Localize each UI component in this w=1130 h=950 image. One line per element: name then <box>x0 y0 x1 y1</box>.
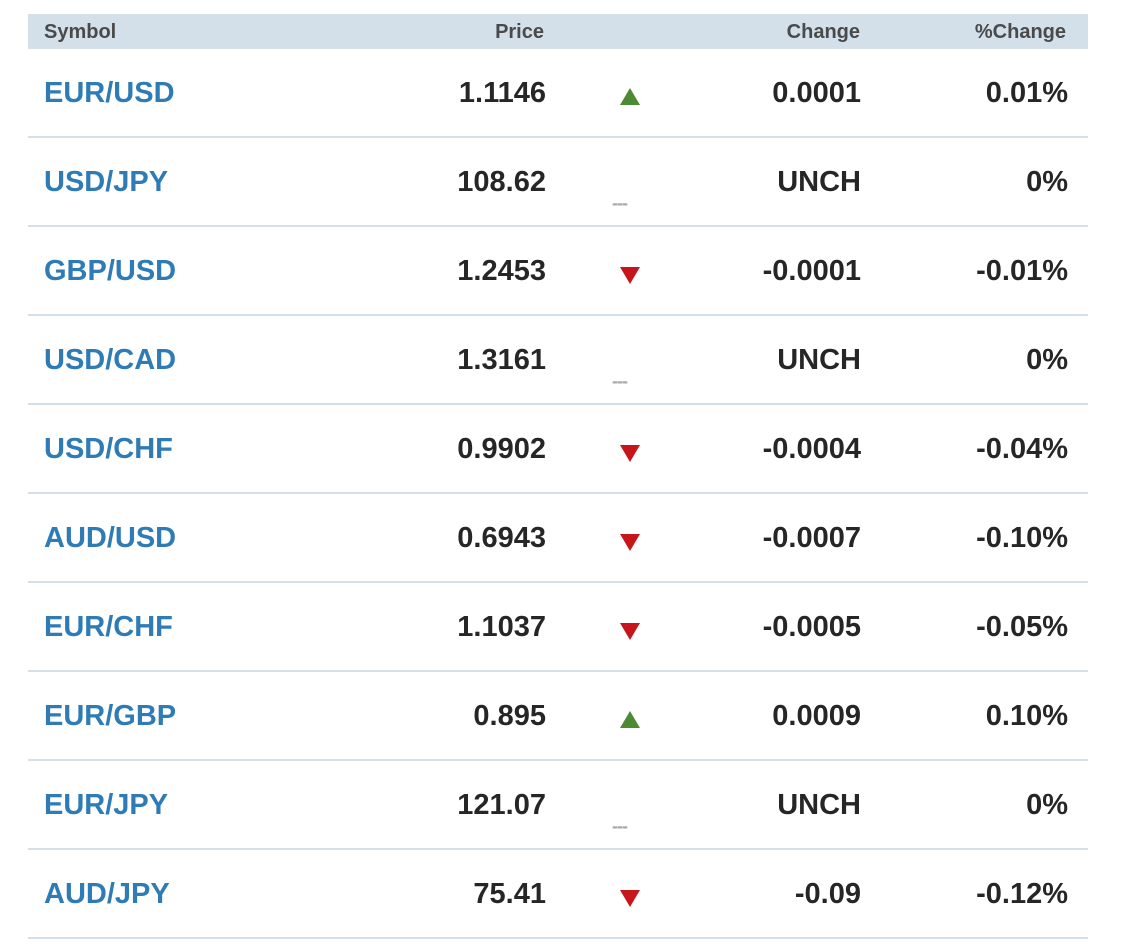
triangle-down-icon <box>618 850 642 937</box>
price-value: 0.6943 <box>457 522 546 554</box>
change-value: 0.0001 <box>772 77 861 109</box>
symbol-link[interactable]: EUR/GBP <box>44 672 176 759</box>
table-row: USD/JPY 108.62 --- UNCH 0% <box>28 138 1088 227</box>
price-value: 0.9902 <box>457 433 546 465</box>
unchanged-dash: --- <box>612 371 628 391</box>
triangle-down-shape <box>620 623 640 640</box>
table-row: EUR/JPY 121.07 --- UNCH 0% <box>28 761 1088 850</box>
pct-change-value: 0.01% <box>985 77 1068 109</box>
symbol-link[interactable]: EUR/JPY <box>44 761 168 848</box>
change-value: -0.0004 <box>762 433 861 465</box>
unchanged-dash: --- <box>612 193 628 213</box>
change-value: UNCH <box>777 166 861 198</box>
dash-icon: --- <box>612 316 642 403</box>
pct-change-value: -0.01% <box>976 255 1068 287</box>
price-value: 1.3161 <box>457 344 546 376</box>
table-row: AUD/USD 0.6943 -0.0007 -0.10% <box>28 494 1088 583</box>
pct-change-value: -0.04% <box>976 433 1068 465</box>
symbol-link[interactable]: USD/CAD <box>44 316 176 403</box>
triangle-up-shape <box>620 88 640 105</box>
change-value: UNCH <box>777 344 861 376</box>
symbol-link[interactable]: USD/JPY <box>44 138 168 225</box>
pct-change-value: -0.10% <box>976 522 1068 554</box>
price-value: 75.41 <box>473 878 546 910</box>
change-value: -0.09 <box>794 878 861 910</box>
column-header-symbol[interactable]: Symbol <box>44 14 116 49</box>
price-value: 1.2453 <box>457 255 546 287</box>
triangle-down-icon <box>618 227 642 314</box>
table-row: AUD/JPY 75.41 -0.09 -0.12% <box>28 850 1088 939</box>
triangle-up-icon <box>618 49 642 136</box>
table-row: EUR/USD 1.1146 0.0001 0.01% <box>28 49 1088 138</box>
column-header-price[interactable]: Price <box>495 14 544 49</box>
price-value: 108.62 <box>457 166 546 198</box>
pct-change-value: 0.10% <box>985 700 1068 732</box>
table-row: EUR/GBP 0.895 0.0009 0.10% <box>28 672 1088 761</box>
pct-change-value: -0.05% <box>976 611 1068 643</box>
change-value: -0.0005 <box>762 611 861 643</box>
currency-quotes-table: Symbol Price Change %Change EUR/USD 1.114… <box>28 14 1088 939</box>
symbol-link[interactable]: AUD/USD <box>44 494 176 581</box>
table-row: GBP/USD 1.2453 -0.0001 -0.01% <box>28 227 1088 316</box>
symbol-link[interactable]: GBP/USD <box>44 227 176 314</box>
unchanged-dash: --- <box>612 816 628 836</box>
pct-change-value: -0.12% <box>976 878 1068 910</box>
triangle-up-icon <box>618 672 642 759</box>
table-row: USD/CAD 1.3161 --- UNCH 0% <box>28 316 1088 405</box>
table-row: EUR/CHF 1.1037 -0.0005 -0.05% <box>28 583 1088 672</box>
table-row: USD/CHF 0.9902 -0.0004 -0.04% <box>28 405 1088 494</box>
triangle-down-icon <box>618 583 642 670</box>
pct-change-value: 0% <box>1026 166 1068 198</box>
symbol-link[interactable]: EUR/CHF <box>44 583 173 670</box>
dash-icon: --- <box>612 138 642 225</box>
price-value: 0.895 <box>473 700 546 732</box>
triangle-down-shape <box>620 890 640 907</box>
price-value: 1.1146 <box>458 77 546 109</box>
price-value: 1.1037 <box>457 611 546 643</box>
column-header-change[interactable]: Change <box>787 14 860 49</box>
triangle-down-icon <box>618 494 642 581</box>
pct-change-value: 0% <box>1026 344 1068 376</box>
symbol-link[interactable]: EUR/USD <box>44 49 175 136</box>
triangle-up-shape <box>620 711 640 728</box>
change-value: 0.0009 <box>772 700 861 732</box>
change-value: -0.0001 <box>762 255 861 287</box>
change-value: -0.0007 <box>762 522 861 554</box>
column-header-pct-change[interactable]: %Change <box>975 14 1066 49</box>
triangle-down-shape <box>620 267 640 284</box>
pct-change-value: 0% <box>1026 789 1068 821</box>
triangle-down-shape <box>620 534 640 551</box>
triangle-down-shape <box>620 445 640 462</box>
change-value: UNCH <box>777 789 861 821</box>
triangle-down-icon <box>618 405 642 492</box>
symbol-link[interactable]: USD/CHF <box>44 405 173 492</box>
symbol-link[interactable]: AUD/JPY <box>44 850 170 937</box>
table-header: Symbol Price Change %Change <box>28 14 1088 49</box>
dash-icon: --- <box>612 761 642 848</box>
price-value: 121.07 <box>457 789 546 821</box>
